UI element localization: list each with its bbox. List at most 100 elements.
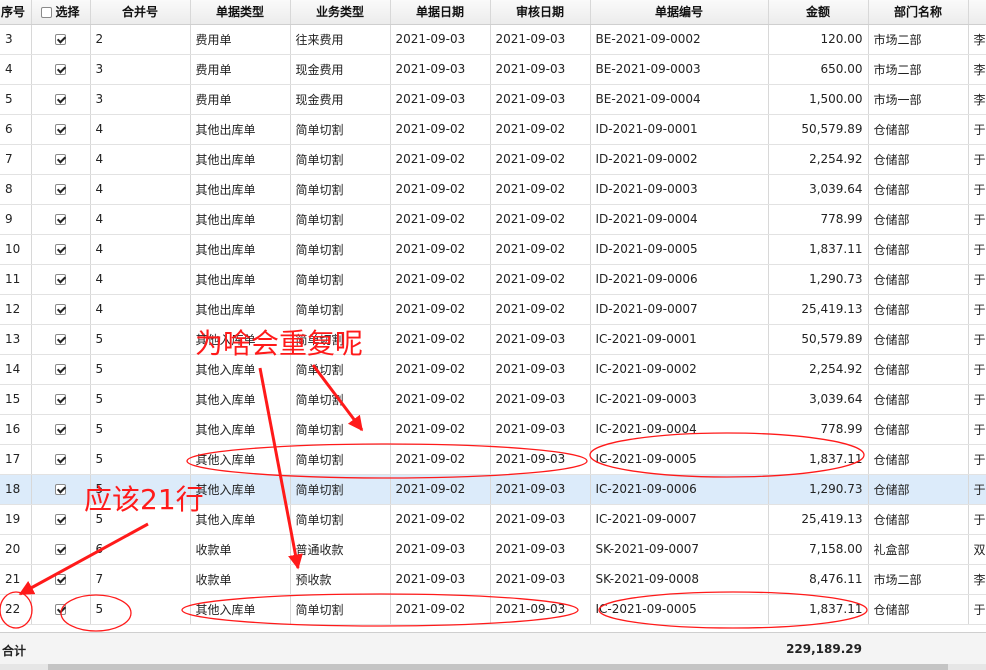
table-row[interactable]: 22 5 其他入库单 简单切割 2021-09-02 2021-09-03 IC-2021-… (0, 594, 986, 625)
row-select-checkbox[interactable] (55, 184, 66, 195)
table-row[interactable]: 18 5 其他入库单 简单切割 2021-09-02 2021-09-03 IC-2021-… (0, 474, 986, 505)
row-select-checkbox[interactable] (55, 484, 66, 495)
row-select-checkbox[interactable] (55, 34, 66, 45)
col-header-biz-type[interactable]: 业务类型 (290, 0, 391, 25)
cell-select[interactable] (31, 444, 91, 475)
cell-amount: 1,837.11 (768, 594, 869, 625)
col-header-merge-no[interactable]: 合并号 (90, 0, 191, 25)
cell-select[interactable] (31, 534, 91, 565)
row-select-checkbox[interactable] (55, 304, 66, 315)
cell-select[interactable] (31, 414, 91, 445)
row-select-checkbox[interactable] (55, 334, 66, 345)
col-header-doc-no[interactable]: 单据编号 (590, 0, 769, 25)
cell-select[interactable] (31, 474, 91, 505)
cell-doc-date: 2021-09-02 (390, 354, 491, 385)
cell-amount: 1,837.11 (768, 444, 869, 475)
table-row[interactable]: 4 3 费用单 现金费用 2021-09-03 2021-09-03 BE-2021-09-… (0, 54, 986, 85)
table-row[interactable]: 8 4 其他出库单 简单切割 2021-09-02 2021-09-02 ID-2021-0… (0, 174, 986, 205)
table-row[interactable]: 5 3 费用单 现金费用 2021-09-03 2021-09-03 BE-2021-09-… (0, 84, 986, 115)
row-select-checkbox[interactable] (55, 94, 66, 105)
row-select-checkbox[interactable] (55, 364, 66, 375)
col-header-extra[interactable] (968, 0, 986, 25)
cell-amount: 1,837.11 (768, 234, 869, 265)
row-select-checkbox[interactable] (55, 154, 66, 165)
summary-footer: 合计 229,189.29 (0, 632, 986, 665)
row-select-checkbox[interactable] (55, 454, 66, 465)
table-row[interactable]: 12 4 其他出库单 简单切割 2021-09-02 2021-09-02 ID-2021-… (0, 294, 986, 325)
table-row[interactable]: 14 5 其他入库单 简单切割 2021-09-02 2021-09-03 IC-2021-… (0, 354, 986, 385)
cell-dept: 市场二部 (868, 564, 969, 595)
table-row[interactable]: 11 4 其他出库单 简单切割 2021-09-02 2021-09-02 ID-2021-… (0, 264, 986, 295)
cell-doc-date: 2021-09-02 (390, 174, 491, 205)
cell-select[interactable] (31, 84, 91, 115)
cell-select[interactable] (31, 204, 91, 235)
cell-audit-date: 2021-09-03 (490, 534, 591, 565)
table-row[interactable]: 17 5 其他入库单 简单切割 2021-09-02 2021-09-03 IC-2021-… (0, 444, 986, 475)
scrollbar-thumb[interactable] (48, 664, 948, 670)
cell-select[interactable] (31, 564, 91, 595)
cell-doc-date: 2021-09-02 (390, 144, 491, 175)
row-select-checkbox[interactable] (55, 124, 66, 135)
select-all-checkbox[interactable] (41, 7, 53, 19)
cell-select[interactable] (31, 324, 91, 355)
table-row[interactable]: 16 5 其他入库单 简单切割 2021-09-02 2021-09-03 IC-2021-… (0, 414, 986, 445)
col-header-audit-date[interactable]: 审核日期 (490, 0, 591, 25)
cell-select[interactable] (31, 264, 91, 295)
table-row[interactable]: 6 4 其他出库单 简单切割 2021-09-02 2021-09-02 ID-2021-0… (0, 114, 986, 145)
row-select-checkbox[interactable] (55, 544, 66, 555)
cell-amount: 2,254.92 (768, 354, 869, 385)
table-row[interactable]: 7 4 其他出库单 简单切割 2021-09-02 2021-09-02 ID-2021-0… (0, 144, 986, 175)
col-header-select[interactable]: 选择 (31, 0, 91, 25)
cell-extra: 于 (968, 324, 986, 355)
cell-select[interactable] (31, 54, 91, 85)
row-select-checkbox[interactable] (55, 244, 66, 255)
table-row[interactable]: 3 2 费用单 往来费用 2021-09-03 2021-09-03 BE-2021-09-… (0, 24, 986, 55)
cell-select[interactable] (31, 504, 91, 535)
cell-audit-date: 2021-09-02 (490, 204, 591, 235)
table-row[interactable]: 10 4 其他出库单 简单切割 2021-09-02 2021-09-02 ID-2021-… (0, 234, 986, 265)
cell-doc-type: 其他入库单 (190, 354, 291, 385)
row-select-checkbox[interactable] (55, 514, 66, 525)
cell-merge-no: 5 (90, 414, 191, 445)
row-select-checkbox[interactable] (55, 604, 66, 615)
table-row[interactable]: 21 7 收款单 预收款 2021-09-03 2021-09-03 SK-2021-09-… (0, 564, 986, 595)
cell-seq: 14 (0, 354, 32, 385)
cell-select[interactable] (31, 114, 91, 145)
horizontal-scrollbar[interactable] (0, 664, 986, 670)
cell-audit-date: 2021-09-03 (490, 474, 591, 505)
cell-select[interactable] (31, 144, 91, 175)
table-row[interactable]: 19 5 其他入库单 简单切割 2021-09-02 2021-09-03 IC-2021-… (0, 504, 986, 535)
cell-select[interactable] (31, 294, 91, 325)
cell-seq: 18 (0, 474, 32, 505)
row-select-checkbox[interactable] (55, 424, 66, 435)
row-select-checkbox[interactable] (55, 214, 66, 225)
table-row[interactable]: 20 6 收款单 普通收款 2021-09-03 2021-09-03 SK-2021-09… (0, 534, 986, 565)
cell-merge-no: 4 (90, 294, 191, 325)
cell-extra: 于 (968, 174, 986, 205)
cell-select[interactable] (31, 24, 91, 55)
col-header-doc-date[interactable]: 单据日期 (390, 0, 491, 25)
cell-select[interactable] (31, 594, 91, 625)
cell-doc-date: 2021-09-03 (390, 564, 491, 595)
cell-select[interactable] (31, 384, 91, 415)
cell-dept: 礼盒部 (868, 534, 969, 565)
table-row[interactable]: 15 5 其他入库单 简单切割 2021-09-02 2021-09-03 IC-2021-… (0, 384, 986, 415)
cell-select[interactable] (31, 234, 91, 265)
table-row[interactable]: 9 4 其他出库单 简单切割 2021-09-02 2021-09-02 ID-2021-0… (0, 204, 986, 235)
cell-merge-no: 5 (90, 384, 191, 415)
row-select-checkbox[interactable] (55, 574, 66, 585)
cell-select[interactable] (31, 174, 91, 205)
col-header-doc-type[interactable]: 单据类型 (190, 0, 291, 25)
cell-doc-date: 2021-09-02 (390, 204, 491, 235)
cell-doc-no: IC-2021-09-0005 (590, 444, 769, 475)
col-header-seq[interactable]: 序号 (0, 0, 32, 25)
col-header-dept[interactable]: 部门名称 (868, 0, 969, 25)
table-row[interactable]: 13 5 其他入库单 简单切割 2021-09-02 2021-09-03 IC-2021-… (0, 324, 986, 355)
cell-select[interactable] (31, 354, 91, 385)
cell-audit-date: 2021-09-03 (490, 54, 591, 85)
row-select-checkbox[interactable] (55, 64, 66, 75)
col-header-amount[interactable]: 金额 (768, 0, 869, 25)
row-select-checkbox[interactable] (55, 274, 66, 285)
row-select-checkbox[interactable] (55, 394, 66, 405)
cell-merge-no: 5 (90, 324, 191, 355)
